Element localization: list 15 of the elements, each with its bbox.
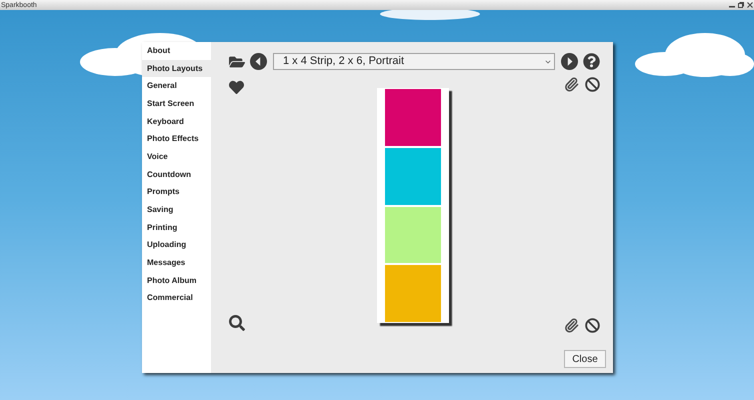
paperclip-icon[interactable] xyxy=(564,77,579,92)
paperclip-icon[interactable] xyxy=(564,318,579,333)
previous-icon[interactable] xyxy=(250,53,267,70)
block-icon[interactable] xyxy=(585,77,600,92)
close-button[interactable]: Close xyxy=(564,350,606,368)
next-icon[interactable] xyxy=(561,53,578,70)
sidebar-item[interactable]: Photo Layouts xyxy=(142,60,211,78)
folder-icon[interactable] xyxy=(229,54,245,70)
layout-dropdown[interactable]: 1 x 4 Strip, 2 x 6, Portrait xyxy=(273,53,555,70)
block-icon[interactable] xyxy=(585,318,600,333)
close-icon[interactable] xyxy=(747,2,753,8)
restore-icon[interactable] xyxy=(738,2,744,8)
search-icon[interactable] xyxy=(229,315,245,331)
heart-icon[interactable] xyxy=(229,80,244,95)
help-icon[interactable] xyxy=(583,53,600,70)
